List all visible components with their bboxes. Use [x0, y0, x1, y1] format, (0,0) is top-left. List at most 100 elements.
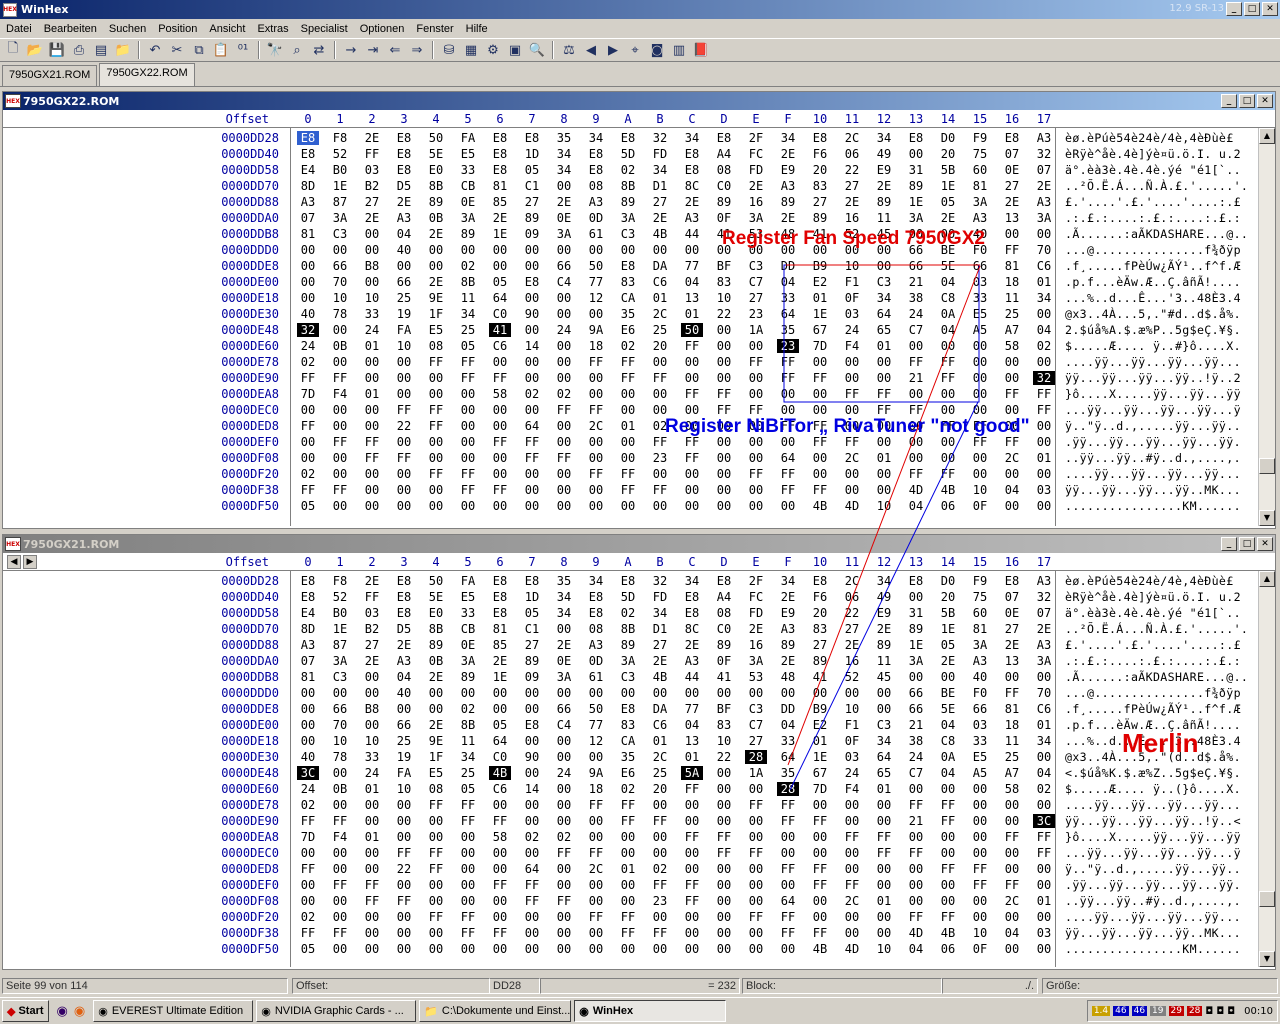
- hex-byte[interactable]: FF: [585, 910, 607, 924]
- hex-byte[interactable]: 00: [649, 403, 671, 417]
- hex-byte[interactable]: 1E: [489, 227, 511, 241]
- hex-byte[interactable]: 49: [873, 590, 895, 604]
- menu-item-ansicht[interactable]: Ansicht: [203, 23, 251, 35]
- hex-byte[interactable]: 2E: [425, 670, 447, 684]
- table-icon[interactable]: ▥: [668, 40, 690, 60]
- hex-byte[interactable]: 00: [745, 926, 767, 940]
- hex-byte[interactable]: 02: [617, 606, 639, 620]
- hex-byte[interactable]: 00: [297, 846, 319, 860]
- hex-byte[interactable]: E8: [585, 147, 607, 161]
- hex-byte[interactable]: FF: [1033, 387, 1055, 401]
- table-row[interactable]: 0000DDA0 07 3A 2E A3 0B 3A 2E 89 0E 0D 3A 2E A3 0F 3A 2E…: [3, 210, 1259, 226]
- hex-byte[interactable]: FF: [297, 419, 319, 433]
- hex-byte[interactable]: E6: [617, 323, 639, 337]
- hex-byte[interactable]: 5B: [937, 606, 959, 620]
- hex-byte[interactable]: 04: [937, 275, 959, 289]
- hex-byte[interactable]: 0E: [457, 638, 479, 652]
- hex-byte[interactable]: FF: [745, 467, 767, 481]
- hex-byte[interactable]: FF: [489, 814, 511, 828]
- hex-byte[interactable]: C3: [617, 670, 639, 684]
- hex-byte[interactable]: 01: [649, 291, 671, 305]
- hex-byte[interactable]: 60: [969, 606, 991, 620]
- ascii-text[interactable]: .ÿÿ...ÿÿ...ÿÿ...ÿÿ...ÿÿ.: [1065, 435, 1241, 449]
- hex-byte[interactable]: 24: [361, 766, 383, 780]
- hex-byte[interactable]: 00: [745, 830, 767, 844]
- hex-byte[interactable]: 7D: [297, 830, 319, 844]
- hex-byte[interactable]: FF: [809, 862, 831, 876]
- table-row[interactable]: 0000DDB8 81 C3 00 04 2E 89 1E 09 3A 61 C3 4B 44 41 53 48…: [3, 226, 1259, 242]
- hex-byte[interactable]: 2E: [681, 195, 703, 209]
- hex-byte[interactable]: 2E: [425, 718, 447, 732]
- hex-byte[interactable]: 00: [553, 862, 575, 876]
- hex-byte[interactable]: FF: [457, 371, 479, 385]
- hex-byte[interactable]: E8: [585, 606, 607, 620]
- hex-byte[interactable]: 34: [1033, 291, 1055, 305]
- hex-byte[interactable]: FD: [649, 590, 671, 604]
- hex-byte[interactable]: FF: [905, 355, 927, 369]
- hex-byte[interactable]: 00: [585, 814, 607, 828]
- hex-byte[interactable]: 3A: [969, 195, 991, 209]
- hex-byte[interactable]: 00: [425, 686, 447, 700]
- hex-byte[interactable]: 50: [425, 574, 447, 588]
- hex-byte[interactable]: 03: [841, 307, 863, 321]
- hex-byte[interactable]: 00: [745, 942, 767, 956]
- hex-byte[interactable]: 02: [521, 387, 543, 401]
- hex-byte[interactable]: FF: [873, 387, 895, 401]
- hex-byte[interactable]: FF: [777, 798, 799, 812]
- hex-byte[interactable]: 0F: [713, 211, 735, 225]
- hex-byte[interactable]: 64: [873, 750, 895, 764]
- hex-byte[interactable]: 00: [553, 291, 575, 305]
- hex-byte[interactable]: 66: [393, 718, 415, 732]
- hex-byte[interactable]: FC: [745, 590, 767, 604]
- hex-byte[interactable]: FF: [457, 798, 479, 812]
- hex-byte[interactable]: 1E: [937, 622, 959, 636]
- hex-byte[interactable]: E0: [425, 606, 447, 620]
- hex-byte[interactable]: 34: [1033, 734, 1055, 748]
- hex-byte[interactable]: 00: [361, 846, 383, 860]
- hex-byte[interactable]: 00: [489, 499, 511, 513]
- hex-byte[interactable]: 1F: [425, 750, 447, 764]
- hex-byte[interactable]: 4B: [937, 926, 959, 940]
- hex-byte[interactable]: 12: [585, 734, 607, 748]
- hex-byte[interactable]: FF: [937, 910, 959, 924]
- hex-byte[interactable]: FF: [681, 878, 703, 892]
- hex-byte[interactable]: 20: [809, 163, 831, 177]
- hex-byte[interactable]: 50: [585, 259, 607, 273]
- hex-byte[interactable]: 00: [521, 766, 543, 780]
- hex-byte[interactable]: 8D: [297, 622, 319, 636]
- hex-byte[interactable]: 00: [553, 483, 575, 497]
- hex-byte[interactable]: 02: [521, 830, 543, 844]
- hex-byte[interactable]: 00: [297, 878, 319, 892]
- goto-offset-icon[interactable]: →: [340, 40, 362, 60]
- hex-byte[interactable]: 04: [393, 227, 415, 241]
- hex-byte[interactable]: CB: [457, 179, 479, 193]
- hex-byte[interactable]: 00: [617, 387, 639, 401]
- hex-byte[interactable]: 2C: [585, 862, 607, 876]
- hex-byte[interactable]: 00: [489, 894, 511, 908]
- hex-byte[interactable]: 4B: [649, 670, 671, 684]
- hex-byte[interactable]: 00: [489, 355, 511, 369]
- hex-byte[interactable]: 4B: [649, 227, 671, 241]
- hex-byte[interactable]: 02: [617, 163, 639, 177]
- table-row[interactable]: 0000DD28 E8 F8 2E E8 50 FA E8 E8 35 34 E8 32 34 E8 2F 34…: [3, 130, 1259, 146]
- hex-byte[interactable]: 2F: [745, 131, 767, 145]
- hex-byte[interactable]: 2E: [1033, 179, 1055, 193]
- table-row[interactable]: 0000DE18 00 10 10 25 9E 11 64 00 00 12 CA 01 13 10 27 33…: [3, 290, 1259, 306]
- hex-byte[interactable]: 00: [361, 467, 383, 481]
- hex-byte[interactable]: 05: [297, 942, 319, 956]
- hex-byte[interactable]: FF: [297, 862, 319, 876]
- hex-byte[interactable]: FF: [649, 878, 671, 892]
- hex-byte[interactable]: 2E: [777, 590, 799, 604]
- hex-byte[interactable]: FF: [745, 403, 767, 417]
- ascii-text[interactable]: $.....Æ.... ÿ..#}ô....X.: [1065, 339, 1241, 353]
- hex-byte[interactable]: 00: [553, 339, 575, 353]
- menu-item-suchen[interactable]: Suchen: [103, 23, 152, 35]
- hex-byte[interactable]: 00: [809, 387, 831, 401]
- hex-byte[interactable]: 32: [1033, 590, 1055, 604]
- hex-byte[interactable]: 00: [521, 355, 543, 369]
- hex-byte[interactable]: 2E: [873, 179, 895, 193]
- hex-byte[interactable]: 25: [393, 291, 415, 305]
- hex-byte[interactable]: 2F: [745, 574, 767, 588]
- hex-byte[interactable]: E8: [393, 147, 415, 161]
- minimize-button[interactable]: _: [1226, 2, 1242, 16]
